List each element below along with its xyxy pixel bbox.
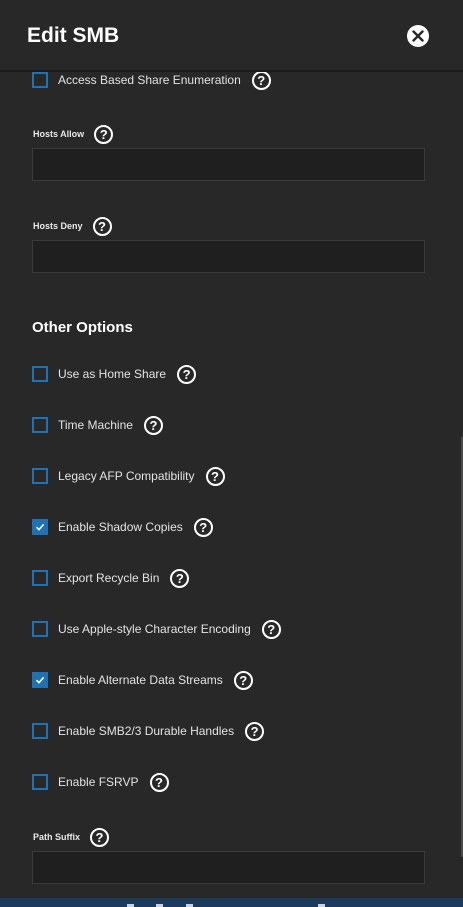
hosts-deny-input[interactable]	[32, 240, 425, 273]
recycle-bin-checkbox[interactable]	[32, 570, 48, 586]
help-icon[interactable]: ?	[143, 415, 163, 435]
hosts-deny-label: Hosts Deny	[33, 221, 83, 231]
checkbox-row-recycle-bin: Export Recycle Bin ?	[32, 568, 190, 588]
dialog-header: Edit SMB	[0, 0, 463, 72]
hosts-allow-input[interactable]	[32, 148, 425, 181]
taskbar-strip	[0, 898, 463, 907]
help-icon[interactable]: ?	[90, 827, 110, 847]
checkbox-row-home-share: Use as Home Share ?	[32, 364, 197, 384]
help-icon[interactable]: ?	[251, 72, 271, 90]
checkbox-row-legacy-afp: Legacy AFP Compatibility ?	[32, 466, 225, 486]
checkbox-row-time-machine: Time Machine ?	[32, 415, 163, 435]
help-icon[interactable]: ?	[92, 216, 112, 236]
help-icon[interactable]: ?	[170, 568, 190, 588]
help-icon[interactable]: ?	[193, 517, 213, 537]
help-icon[interactable]: ?	[94, 124, 114, 144]
path-suffix-input[interactable]	[32, 851, 425, 884]
close-button[interactable]	[407, 25, 429, 47]
path-suffix-label-row: Path Suffix ?	[33, 827, 110, 847]
checkbox-row-abse: Access Based Share Enumeration ?	[32, 72, 271, 90]
fsrvp-label: Enable FSRVP	[58, 775, 139, 789]
close-icon	[412, 30, 424, 42]
checkbox-row-fsrvp: Enable FSRVP ?	[32, 772, 169, 792]
legacy-afp-label: Legacy AFP Compatibility	[58, 469, 195, 483]
abse-checkbox[interactable]	[32, 72, 48, 88]
shadow-copies-checkbox[interactable]	[32, 519, 48, 535]
shadow-copies-label: Enable Shadow Copies	[58, 520, 183, 534]
dialog-title: Edit SMB	[27, 24, 120, 47]
help-icon[interactable]: ?	[261, 619, 281, 639]
checkmark-icon	[35, 676, 45, 684]
apple-encoding-label: Use Apple-style Character Encoding	[58, 622, 251, 636]
checkbox-row-alternate-streams: Enable Alternate Data Streams ?	[32, 670, 253, 690]
fsrvp-checkbox[interactable]	[32, 774, 48, 790]
recycle-bin-label: Export Recycle Bin	[58, 571, 160, 585]
alternate-streams-checkbox[interactable]	[32, 672, 48, 688]
help-icon[interactable]: ?	[233, 670, 253, 690]
durable-handles-label: Enable SMB2/3 Durable Handles	[58, 724, 235, 738]
checkbox-row-durable-handles: Enable SMB2/3 Durable Handles ?	[32, 721, 265, 741]
path-suffix-label: Path Suffix	[33, 832, 81, 842]
help-icon[interactable]: ?	[177, 364, 197, 384]
time-machine-label: Time Machine	[58, 418, 133, 432]
home-share-label: Use as Home Share	[58, 367, 167, 381]
form-scroll-area[interactable]: Access Based Share Enumeration ? Hosts A…	[0, 72, 463, 898]
help-icon[interactable]: ?	[245, 721, 265, 741]
checkbox-row-shadow-copies: Enable Shadow Copies ?	[32, 517, 213, 537]
other-options-heading: Other Options	[32, 319, 133, 336]
durable-handles-checkbox[interactable]	[32, 723, 48, 739]
home-share-checkbox[interactable]	[32, 366, 48, 382]
hosts-allow-label: Hosts Allow	[33, 129, 85, 139]
legacy-afp-checkbox[interactable]	[32, 468, 48, 484]
hosts-deny-label-row: Hosts Deny ?	[33, 216, 112, 236]
alternate-streams-label: Enable Alternate Data Streams	[58, 673, 223, 687]
time-machine-checkbox[interactable]	[32, 417, 48, 433]
hosts-allow-label-row: Hosts Allow ?	[33, 124, 114, 144]
checkbox-row-apple-encoding: Use Apple-style Character Encoding ?	[32, 619, 281, 639]
help-icon[interactable]: ?	[149, 772, 169, 792]
help-icon[interactable]: ?	[205, 466, 225, 486]
checkmark-icon	[35, 523, 45, 531]
apple-encoding-checkbox[interactable]	[32, 621, 48, 637]
abse-label: Access Based Share Enumeration	[58, 73, 241, 87]
